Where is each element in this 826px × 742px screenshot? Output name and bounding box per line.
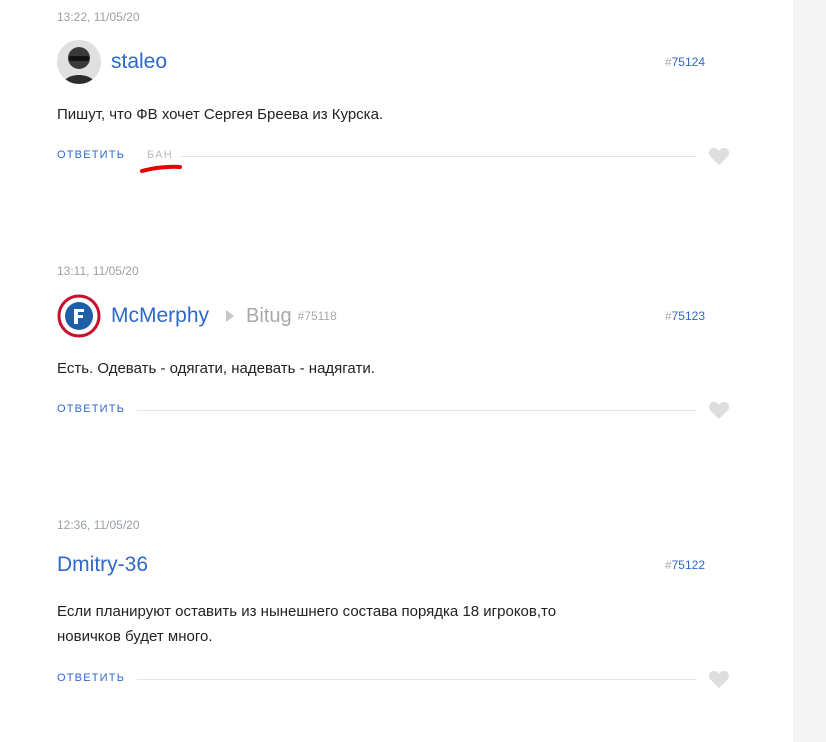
comment-text: Есть. Одевать - одягати, надевать - надя… — [57, 360, 375, 377]
reply-button[interactable]: ответить — [57, 403, 125, 415]
heart-like-icon[interactable] — [708, 669, 730, 689]
divider — [137, 679, 697, 680]
comment-text: Пишут, что ФВ хочет Сергея Бреева из Кур… — [57, 106, 384, 123]
comment-author-row: Dmitry-36 — [57, 543, 148, 587]
heart-like-icon[interactable] — [708, 400, 730, 420]
comment-75122: 12:36, 11/05/20 Dmitry-36 #75122 Если пл… — [0, 508, 793, 742]
comment-author-row: McMerphy Bitug #75118 — [57, 294, 337, 338]
comment-actions: ответить — [57, 672, 697, 686]
comment-actions: ответить бан — [57, 149, 697, 163]
comment-75124: 13:22, 11/05/20 staleo #75124 Пишут, что… — [0, 0, 793, 200]
divider — [180, 156, 697, 157]
user-avatar-icon[interactable] — [57, 40, 101, 84]
comment-number[interactable]: #75123 — [665, 309, 705, 323]
comment-timestamp: 13:22, 11/05/20 — [57, 10, 140, 24]
heart-like-icon[interactable] — [708, 146, 730, 166]
comment-text-line: Если планируют оставить из нынешнего сос… — [57, 603, 557, 620]
comment-author-link[interactable]: staleo — [111, 50, 167, 74]
comment-text: Если планируют оставить из нынешнего сос… — [57, 599, 677, 649]
comment-actions: ответить — [57, 403, 697, 417]
comment-number[interactable]: #75122 — [665, 558, 705, 572]
right-sidebar-strip — [793, 0, 826, 742]
divider — [137, 410, 697, 411]
comment-timestamp: 12:36, 11/05/20 — [57, 518, 140, 532]
comment-author-link[interactable]: McMerphy — [111, 304, 209, 328]
reply-arrow-icon — [226, 310, 235, 322]
reply-button[interactable]: ответить — [57, 672, 125, 684]
reply-button[interactable]: ответить — [57, 149, 125, 161]
club-logo-avatar-icon[interactable] — [57, 294, 101, 338]
comment-75123: 13:11, 11/05/20 McMerphy Bitug #75118 #7… — [0, 254, 793, 454]
reply-to-author[interactable]: Bitug — [246, 305, 292, 328]
comment-text-line: новичков будет много. — [57, 628, 213, 645]
comment-author-link[interactable]: Dmitry-36 — [57, 553, 148, 577]
comment-author-row: staleo — [57, 40, 167, 84]
ban-button[interactable]: бан — [147, 149, 173, 161]
reply-to-number[interactable]: #75118 — [298, 309, 337, 323]
red-underline-annotation — [140, 164, 182, 173]
comment-timestamp: 13:11, 11/05/20 — [57, 264, 139, 278]
comment-number[interactable]: #75124 — [665, 55, 705, 69]
